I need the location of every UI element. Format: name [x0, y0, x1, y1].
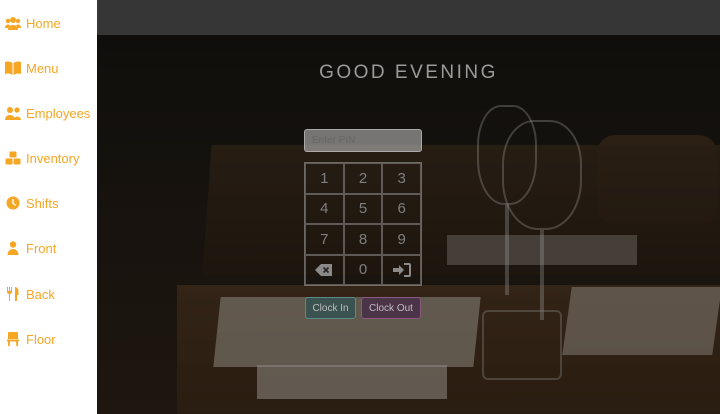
- keypad-key-2[interactable]: 2: [343, 163, 383, 194]
- keypad-key-6[interactable]: 6: [382, 193, 421, 224]
- boxes-icon: [5, 151, 21, 165]
- sign-in-icon: [392, 262, 411, 277]
- sidebar-item-label: Back: [26, 286, 55, 302]
- clock-in-button[interactable]: Clock In: [305, 297, 356, 319]
- sidebar-item-home[interactable]: Home: [5, 12, 61, 34]
- clock-out-button[interactable]: Clock Out: [361, 297, 421, 319]
- users-icon: [5, 17, 21, 30]
- pin-input[interactable]: [304, 129, 422, 152]
- pin-keypad: 1 2 3 4 5 6 7 8 9 0: [304, 162, 422, 286]
- greeting-heading: GOOD EVENING: [319, 62, 498, 83]
- keypad-key-7[interactable]: 7: [305, 224, 344, 255]
- sidebar-item-label: Front: [26, 240, 57, 256]
- keypad-key-3[interactable]: 3: [382, 163, 421, 194]
- keypad-key-1[interactable]: 1: [305, 163, 344, 194]
- sidebar: Home Menu Employees Inventory Shifts Fro…: [0, 0, 97, 414]
- sidebar-item-label: Floor: [26, 331, 56, 347]
- utensils-icon: [7, 287, 19, 301]
- sidebar-item-floor[interactable]: Floor: [5, 328, 56, 350]
- keypad-key-4[interactable]: 4: [305, 193, 344, 224]
- book-icon: [5, 61, 21, 75]
- keypad-key-9[interactable]: 9: [382, 224, 421, 255]
- sidebar-item-label: Shifts: [26, 195, 59, 211]
- backspace-icon: [315, 263, 333, 276]
- keypad-backspace-button[interactable]: [305, 254, 344, 285]
- sidebar-item-label: Employees: [26, 105, 91, 121]
- keypad-submit-button[interactable]: [382, 254, 421, 285]
- keypad-key-5[interactable]: 5: [343, 193, 383, 224]
- sidebar-item-inventory[interactable]: Inventory: [5, 147, 79, 169]
- sidebar-item-label: Home: [26, 15, 61, 31]
- chair-icon: [7, 332, 19, 346]
- user-icon: [7, 241, 19, 255]
- keypad-key-8[interactable]: 8: [343, 224, 383, 255]
- sidebar-item-employees[interactable]: Employees: [5, 102, 90, 124]
- sidebar-item-back[interactable]: Back: [5, 283, 55, 305]
- top-bar: [97, 0, 720, 35]
- sidebar-item-shifts[interactable]: Shifts: [5, 192, 59, 214]
- sidebar-item-label: Inventory: [26, 150, 80, 166]
- clock-icon: [6, 196, 20, 210]
- keypad-key-0[interactable]: 0: [343, 254, 383, 285]
- sidebar-item-label: Menu: [26, 60, 59, 76]
- sidebar-item-front[interactable]: Front: [5, 237, 56, 259]
- sidebar-item-menu[interactable]: Menu: [5, 57, 59, 79]
- users-icon: [5, 107, 21, 120]
